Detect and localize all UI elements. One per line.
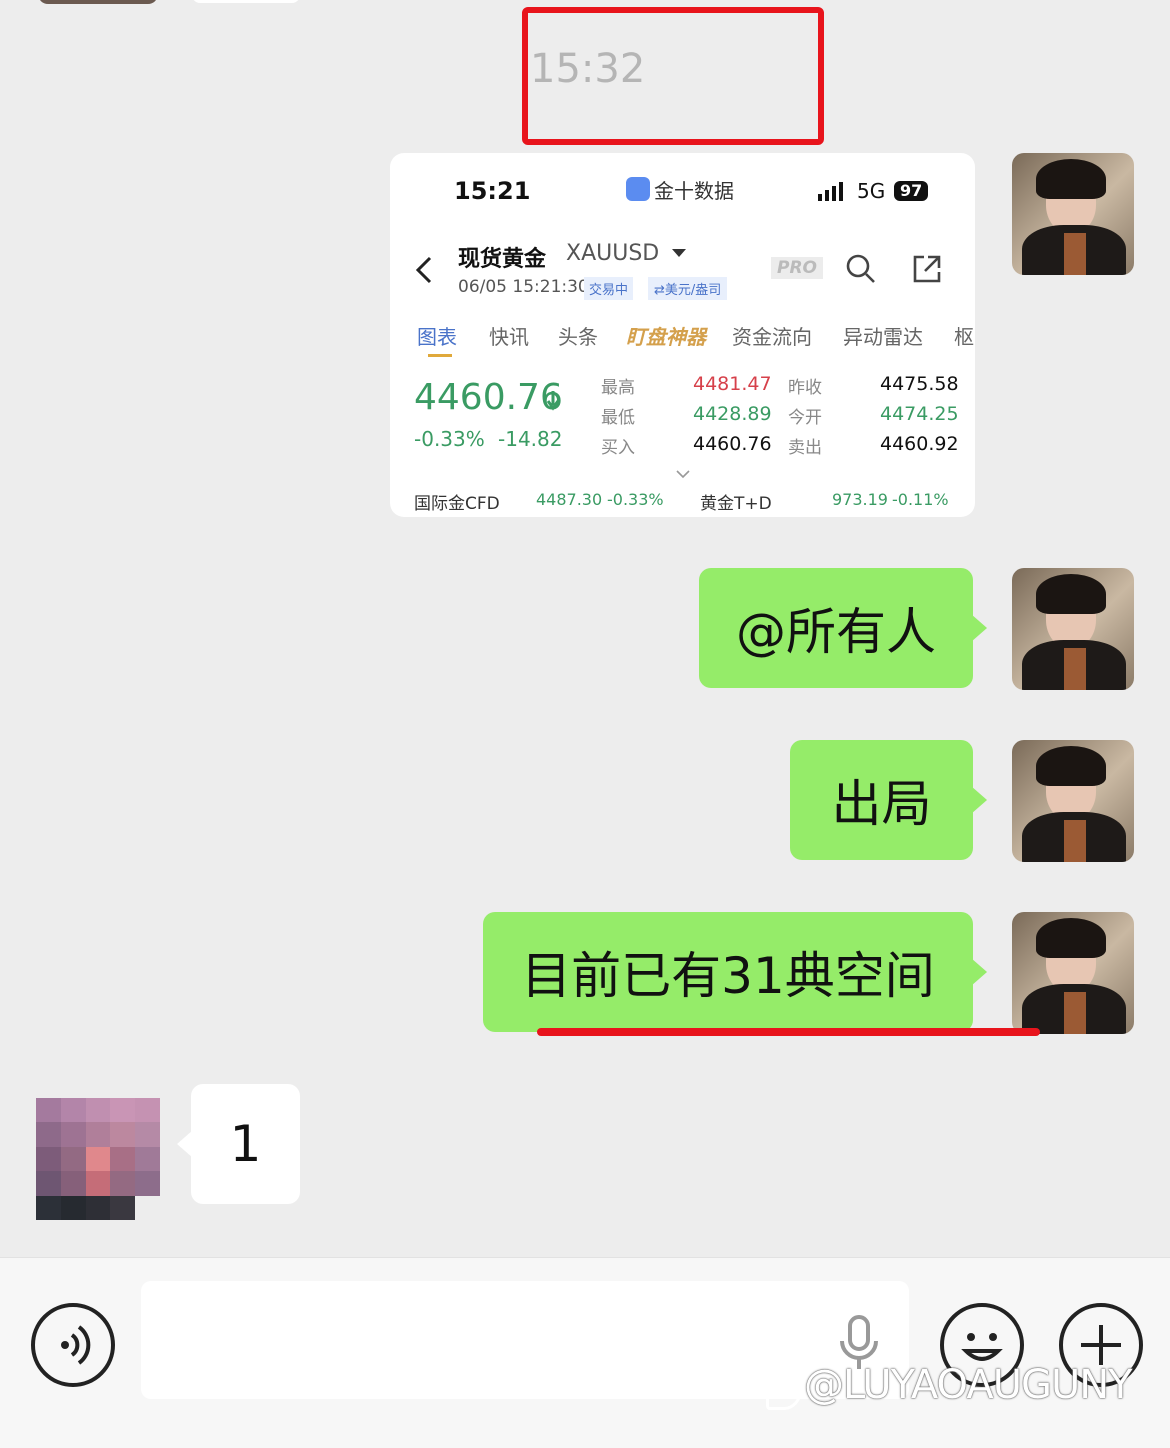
- voice-wave-icon: [61, 1325, 91, 1365]
- tab-active-indicator: [428, 354, 452, 357]
- share-icon[interactable]: [912, 254, 942, 288]
- instrument-code[interactable]: XAUUSD: [566, 241, 659, 266]
- message-bubble-exit[interactable]: 出局: [790, 740, 987, 860]
- current-price: 4460.76: [414, 377, 563, 418]
- caret-down-icon[interactable]: [672, 249, 686, 257]
- message-bubble-profit-space[interactable]: 目前已有31典空间: [483, 912, 987, 1032]
- message-bubble-mention-all[interactable]: @所有人: [699, 568, 987, 688]
- input-bar: [0, 1257, 1170, 1448]
- tab-anomaly-radar[interactable]: 异动雷达: [843, 321, 923, 350]
- avatar[interactable]: [1012, 568, 1134, 690]
- open-value: 4474.25: [880, 403, 959, 425]
- change-percent: -0.33%: [414, 427, 485, 451]
- low-label: 最低: [601, 408, 635, 428]
- ask-label: 卖出: [788, 438, 822, 458]
- prev-close-value: 4475.58: [880, 373, 959, 395]
- trading-status-badge: 交易中: [584, 277, 634, 300]
- tab-flash-news[interactable]: 快讯: [489, 321, 529, 350]
- partial-bubble-top: [192, 0, 300, 3]
- ticker-td-label: 黄金T+D: [700, 494, 772, 514]
- bid-label: 买入: [601, 438, 635, 458]
- instrument-name: 现货黄金: [458, 247, 547, 272]
- high-value: 4481.47: [693, 373, 772, 395]
- tab-chart[interactable]: 图表: [417, 321, 457, 350]
- watermark-logo-icon: [766, 1370, 802, 1410]
- tab-more[interactable]: 枢: [954, 321, 974, 350]
- currency-badge: ⇄美元/盎司: [648, 277, 728, 300]
- ticker-cfd-change: -0.33%: [607, 490, 664, 509]
- pro-badge[interactable]: PRO: [771, 257, 824, 279]
- ticker-td-change: -0.11%: [892, 490, 949, 509]
- prev-close-label: 昨收: [788, 378, 822, 398]
- tab-fund-flow[interactable]: 资金流向: [732, 321, 812, 350]
- avatar-other-pixelated[interactable]: [36, 1098, 160, 1220]
- app-name: 金十数据: [654, 179, 734, 203]
- quote-datetime: 06/05 15:21:30: [458, 277, 589, 297]
- annotation-box: [522, 7, 824, 145]
- ticker-cfd-value: 4487.30: [536, 490, 603, 509]
- change-absolute: -14.82: [498, 427, 563, 451]
- bubble-tail: [177, 1130, 193, 1158]
- annotation-underline: [537, 1028, 1040, 1036]
- voice-toggle-button[interactable]: [31, 1303, 115, 1387]
- ticker-cfd-label: 国际金CFD: [414, 494, 500, 514]
- down-arrow-icon: [546, 389, 560, 415]
- watermark: @LUYAOAUGUNY: [804, 1362, 1133, 1408]
- high-label: 最高: [601, 378, 635, 398]
- message-bubble-reply[interactable]: 1: [191, 1084, 300, 1204]
- bid-value: 4460.76: [693, 433, 772, 455]
- message-text: 1: [229, 1115, 262, 1173]
- partial-avatar-top: [38, 0, 158, 4]
- expand-chevron-icon[interactable]: [675, 464, 691, 483]
- avatar[interactable]: [1012, 912, 1134, 1034]
- status-time: 15:21: [454, 177, 531, 205]
- network-label: 5G: [857, 179, 886, 203]
- app-logo-icon: [626, 177, 650, 201]
- tab-watch-tool[interactable]: 盯盘神器: [626, 321, 706, 350]
- open-label: 今开: [788, 408, 822, 428]
- battery-badge: 97: [894, 181, 929, 201]
- tab-headlines[interactable]: 头条: [558, 321, 598, 350]
- low-value: 4428.89: [693, 403, 772, 425]
- search-icon[interactable]: [845, 253, 877, 289]
- ask-value: 4460.92: [880, 433, 959, 455]
- avatar[interactable]: [1012, 153, 1134, 275]
- ticker-td-value: 973.19: [832, 490, 888, 509]
- back-chevron-icon[interactable]: [414, 255, 434, 289]
- image-message-screenshot[interactable]: 15:21 金十数据 5G 97 现货黄金 XAUUSD 06/05 15:21…: [390, 153, 975, 517]
- avatar[interactable]: [1012, 740, 1134, 862]
- signal-icon: [818, 181, 846, 205]
